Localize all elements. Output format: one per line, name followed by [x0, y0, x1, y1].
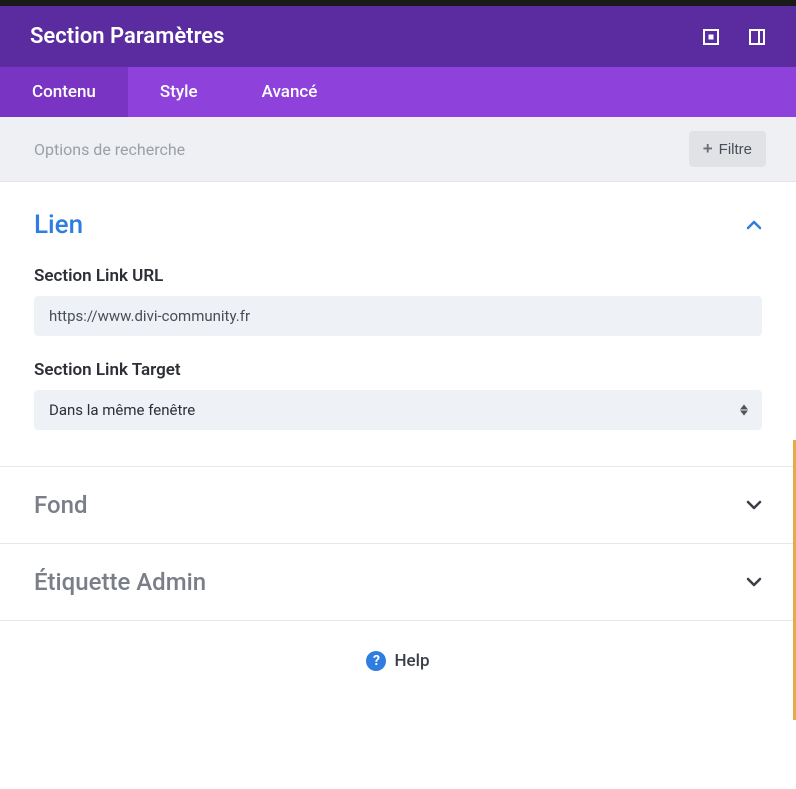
modal-title: Section Paramètres: [30, 24, 224, 49]
chevron-up-icon: [746, 220, 762, 230]
help-label: Help: [394, 651, 429, 671]
chevron-down-icon: [746, 500, 762, 510]
sidebar-toggle-icon[interactable]: [748, 28, 766, 46]
header-actions: [702, 28, 766, 46]
section-etiquette-admin[interactable]: Étiquette Admin: [0, 544, 796, 621]
filter-button[interactable]: + Filtre: [689, 131, 766, 167]
field-link-url: Section Link URL: [34, 266, 762, 336]
link-url-input[interactable]: [34, 296, 762, 336]
search-input[interactable]: Options de recherche: [34, 140, 185, 159]
content-area: Lien Section Link URL Section Link Targe…: [0, 182, 796, 701]
field-label-link-target: Section Link Target: [34, 360, 762, 380]
search-filter-row: Options de recherche + Filtre: [0, 117, 796, 182]
section-lien-header[interactable]: Lien: [34, 210, 762, 240]
tab-label: Contenu: [32, 82, 96, 102]
tab-label: Style: [160, 82, 198, 102]
section-etiquette-title: Étiquette Admin: [34, 568, 206, 596]
tab-label: Avancé: [262, 82, 318, 102]
link-target-select[interactable]: Dans la même fenêtre: [34, 390, 762, 430]
tab-bar: Contenu Style Avancé: [0, 67, 796, 117]
chevron-down-icon: [746, 577, 762, 587]
link-target-select-wrap: Dans la même fenêtre: [34, 390, 762, 430]
expand-icon[interactable]: [702, 28, 720, 46]
tab-style[interactable]: Style: [128, 67, 230, 117]
tab-content[interactable]: Contenu: [0, 67, 128, 117]
select-value: Dans la même fenêtre: [49, 401, 195, 419]
modal-header: Section Paramètres: [0, 6, 796, 67]
tab-advanced[interactable]: Avancé: [230, 67, 350, 117]
section-fond[interactable]: Fond: [0, 467, 796, 544]
section-lien-title: Lien: [34, 210, 83, 240]
section-lien: Lien Section Link URL Section Link Targe…: [0, 182, 796, 467]
help-icon: ?: [366, 651, 386, 671]
filter-label: Filtre: [719, 141, 752, 158]
help-row[interactable]: ? Help: [0, 621, 796, 701]
field-label-link-url: Section Link URL: [34, 266, 762, 286]
field-link-target: Section Link Target Dans la même fenêtre: [34, 360, 762, 430]
plus-icon: +: [703, 139, 713, 159]
